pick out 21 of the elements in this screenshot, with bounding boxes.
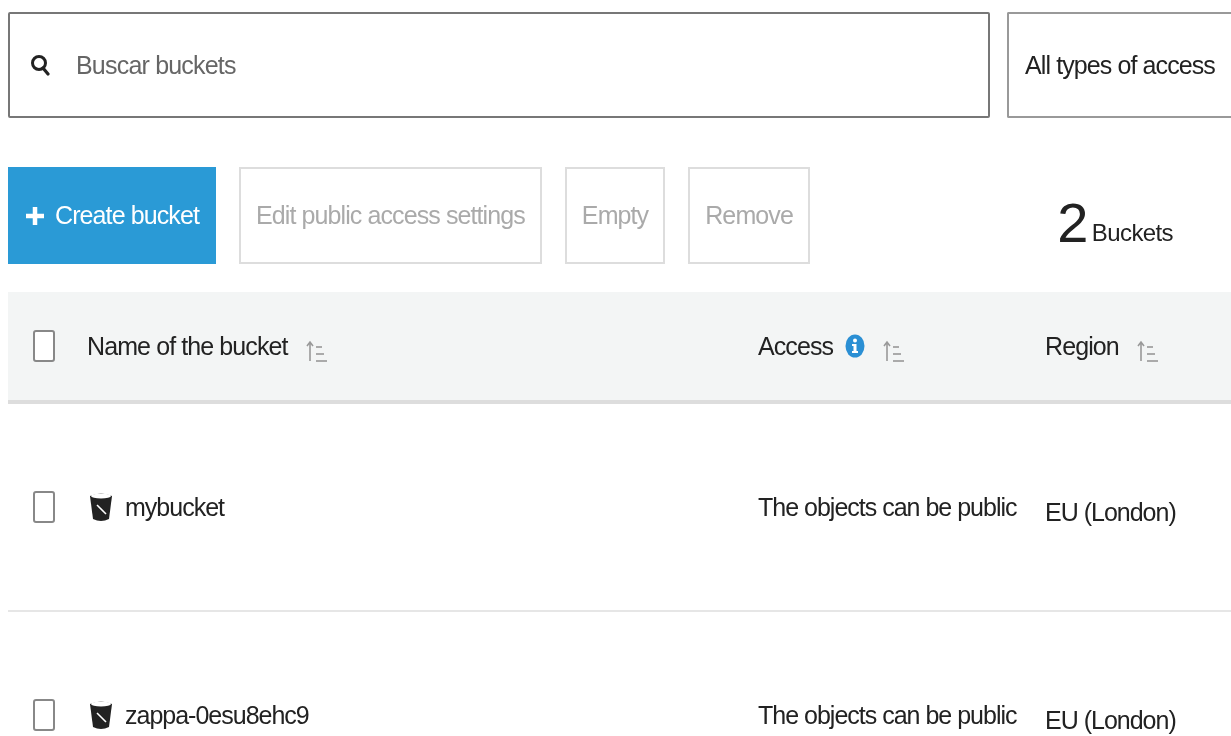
- search-field[interactable]: Buscar buckets: [8, 12, 990, 118]
- bucket-icon: [89, 492, 113, 522]
- checkbox[interactable]: [33, 491, 55, 523]
- search-icon: [30, 54, 50, 76]
- bucket-count: 2: [1057, 194, 1088, 251]
- region-cell: EU (London): [1045, 497, 1176, 527]
- bucket-name[interactable]: mybucket: [125, 492, 224, 522]
- checkbox[interactable]: [33, 330, 55, 362]
- access-cell: The objects can be public: [758, 492, 1017, 522]
- bucket-icon: [89, 700, 113, 730]
- access-dropdown[interactable]: All types of access: [1007, 12, 1231, 118]
- column-header[interactable]: Access: [758, 329, 906, 363]
- count-label: Buckets: [1091, 218, 1173, 248]
- access-cell: The objects can be public: [758, 700, 1017, 730]
- bucket-name[interactable]: zappa-0esu8ehc9: [125, 700, 309, 730]
- info-icon[interactable]: [845, 334, 866, 358]
- column-header[interactable]: Name of the bucket: [87, 329, 328, 363]
- column-header[interactable]: Region: [1045, 329, 1159, 363]
- region-cell: EU (London): [1045, 705, 1176, 735]
- plus-icon: [25, 205, 45, 226]
- checkbox[interactable]: [33, 699, 55, 731]
